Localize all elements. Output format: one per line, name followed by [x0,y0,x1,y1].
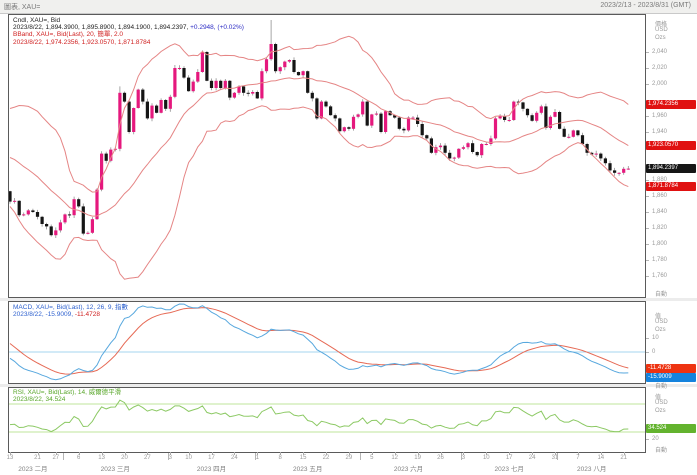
axis-tick [646,338,649,339]
day-label: 14 [594,455,608,461]
day-label: 3 [456,455,470,461]
macd-signal-badge: -11.4728 [646,364,696,373]
day-label: 13 [3,455,17,461]
day-label: 10 [182,455,196,461]
main-price-chart[interactable] [9,15,645,297]
axis-tick [646,196,649,197]
chart-window: 圖表, XAU= 2023/2/13 - 2023/8/31 (GMT) Cnd… [0,0,697,475]
axis-unit-label: USD [655,319,668,325]
bollinger-middle-badge: 1,923.0570 [646,141,696,150]
day-label: 1 [250,455,264,461]
day-label: 27 [140,455,154,461]
macd-tick-label: 0 [652,349,655,355]
bollinger-lower-badge: 1,871.8784 [646,182,696,191]
price-tick-label: 1,800 [652,241,667,247]
month-label: 2023 四月 [189,463,235,473]
price-axis-auto-label: 自動 [655,289,667,298]
macd-tick-label: 10 [652,335,659,341]
price-tick-label: 1,940 [652,129,667,135]
price-tick-label: 1,840 [652,209,667,215]
month-label: 2023 七月 [486,463,532,473]
month-separator [360,453,361,460]
day-label: 8 [273,455,287,461]
day-label: 15 [296,455,310,461]
rsi-value-badge: 34.524 [646,424,696,433]
day-label: 3 [163,455,177,461]
month-separator [557,453,558,460]
date-range-label: 2023/2/13 - 2023/8/31 (GMT) [600,2,691,9]
axis-tick [646,84,649,85]
axis-tick [646,52,649,53]
pane-separator[interactable] [0,384,697,387]
axis-tick [646,352,649,353]
day-label: 5 [365,455,379,461]
macd-value-badge: -15.9009 [646,373,696,382]
axis-tick [646,116,649,117]
day-label: 17 [502,455,516,461]
day-label: 26 [434,455,448,461]
price-tick-label: 1,860 [652,193,667,199]
price-tick-label: 1,960 [652,113,667,119]
day-label: 29 [342,455,356,461]
day-label: 21 [31,455,45,461]
macd-chart[interactable] [9,302,645,383]
day-label: 10 [479,455,493,461]
month-separator [168,453,169,460]
day-label: 7 [571,455,585,461]
axis-tick [646,132,649,133]
month-label: 2023 八月 [569,463,615,473]
bollinger-upper-badge: 1,974.2356 [646,100,696,109]
last-price-badge: 1,894.2397 [646,164,696,173]
month-separator [461,453,462,460]
day-label: 24 [525,455,539,461]
axis-tick [646,244,649,245]
axis-tick [646,212,649,213]
day-label: 6 [72,455,86,461]
axis-tick [646,228,649,229]
macd-axis-auto-label: 自動 [655,381,667,390]
rsi-tick-label: 20 [652,436,659,442]
day-label: 17 [205,455,219,461]
day-label: 27 [49,455,63,461]
day-label: 12 [388,455,402,461]
price-tick-label: 1,820 [652,225,667,231]
month-label: 2023 二月 [10,463,56,473]
price-tick-label: 2,000 [652,81,667,87]
window-title: 圖表, XAU= [4,2,40,12]
axis-unit-label: Ozs [655,327,666,333]
axis-tick [646,260,649,261]
day-label: 22 [319,455,333,461]
axis-unit-label: USD [655,27,668,33]
axis-tick [646,180,649,181]
price-tick-label: 1,760 [652,273,667,279]
axis-unit-label: Ozs [655,35,666,41]
value-axes[interactable]: 價格USDOzs值USDOzs值USDOzs2,0402,0202,0001,9… [646,13,697,475]
month-label: 2023 六月 [386,463,432,473]
month-label: 2023 五月 [285,463,331,473]
pane-separator[interactable] [0,298,697,301]
axis-tick [646,439,649,440]
axis-unit-label: USD [655,400,668,406]
time-axis[interactable]: 13 21 27 6 13 20 27 3 10 17 24 1 8 15 22 29 5 12 19 26 3 10 17… [0,452,697,475]
axis-tick [646,68,649,69]
axis-unit-label: Ozs [655,408,666,414]
price-tick-label: 1,780 [652,257,667,263]
price-tick-label: 2,040 [652,49,667,55]
rsi-chart[interactable] [9,388,645,452]
month-separator [255,453,256,460]
month-label: 2023 三月 [92,463,138,473]
day-label: 13 [95,455,109,461]
month-separator [63,453,64,460]
day-label: 21 [617,455,631,461]
day-label: 24 [227,455,241,461]
axis-tick [646,276,649,277]
day-label: 20 [118,455,132,461]
window-titlebar[interactable]: 圖表, XAU= 2023/2/13 - 2023/8/31 (GMT) [0,0,697,14]
day-label: 31 [548,455,562,461]
price-tick-label: 2,020 [652,65,667,71]
day-label: 19 [411,455,425,461]
